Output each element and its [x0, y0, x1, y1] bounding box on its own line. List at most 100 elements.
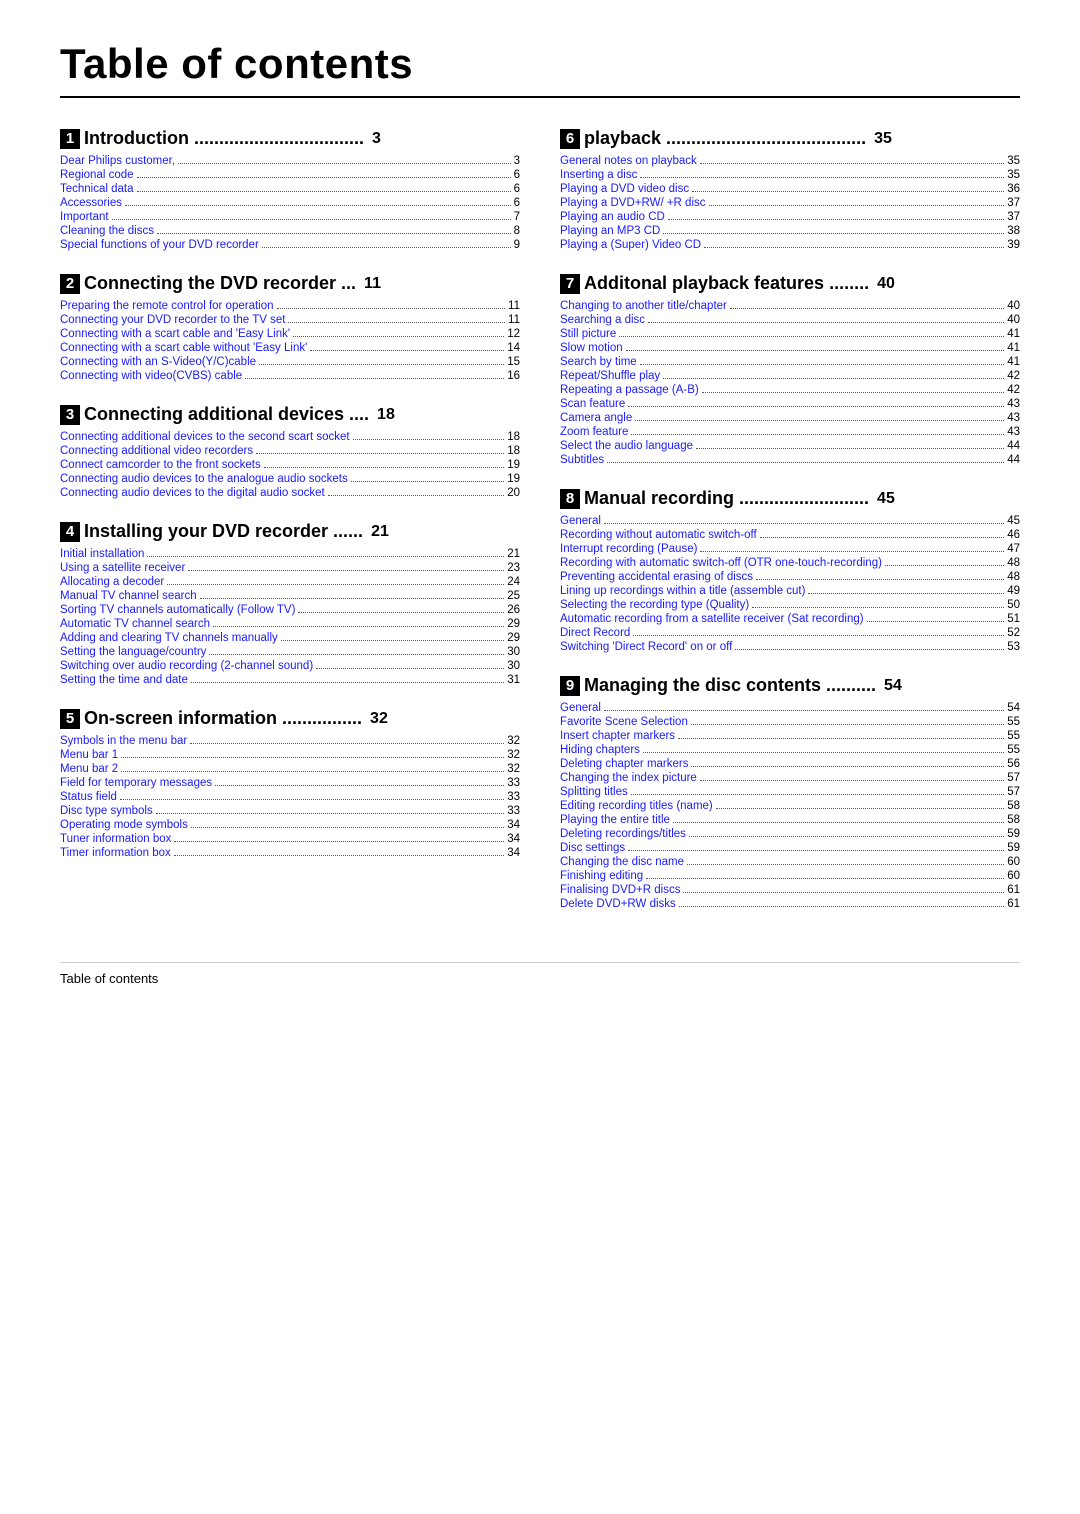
toc-entry[interactable]: Connecting with a scart cable without 'E…	[60, 342, 520, 354]
toc-entry[interactable]: Delete DVD+RW disks61	[560, 898, 1020, 910]
toc-entry[interactable]: Inserting a disc35	[560, 169, 1020, 181]
toc-entry[interactable]: General54	[560, 702, 1020, 714]
toc-entry[interactable]: Playing a DVD video disc36	[560, 183, 1020, 195]
toc-entry[interactable]: Zoom feature43	[560, 426, 1020, 438]
toc-entry-page: 44	[1007, 440, 1020, 452]
toc-entry[interactable]: Connecting with a scart cable and 'Easy …	[60, 328, 520, 340]
toc-entry-dots	[683, 892, 1004, 893]
right-column: 6playback ..............................…	[560, 128, 1020, 932]
toc-entry-dots	[353, 439, 505, 440]
toc-entry[interactable]: Cleaning the discs8	[60, 225, 520, 237]
toc-entry[interactable]: Splitting titles57	[560, 786, 1020, 798]
toc-entry[interactable]: Menu bar 132	[60, 749, 520, 761]
toc-entry-text: Connecting additional video recorders	[60, 445, 253, 457]
toc-entry[interactable]: Symbols in the menu bar32	[60, 735, 520, 747]
toc-entry-dots	[264, 467, 504, 468]
toc-entry[interactable]: Menu bar 232	[60, 763, 520, 775]
toc-entry[interactable]: Hiding chapters55	[560, 744, 1020, 756]
toc-entry-dots	[121, 757, 504, 758]
toc-entry[interactable]: Tuner information box34	[60, 833, 520, 845]
toc-entry[interactable]: General45	[560, 515, 1020, 527]
toc-entry[interactable]: Timer information box34	[60, 847, 520, 859]
toc-entry[interactable]: Initial installation21	[60, 548, 520, 560]
toc-entry-page: 48	[1007, 571, 1020, 583]
toc-entry[interactable]: Finishing editing60	[560, 870, 1020, 882]
toc-entry[interactable]: Still picture41	[560, 328, 1020, 340]
toc-entry[interactable]: Favorite Scene Selection55	[560, 716, 1020, 728]
toc-entry[interactable]: Camera angle43	[560, 412, 1020, 424]
toc-entry[interactable]: Connecting audio devices to the digital …	[60, 487, 520, 499]
toc-entry[interactable]: Accessories6	[60, 197, 520, 209]
toc-entry[interactable]: Select the audio language44	[560, 440, 1020, 452]
toc-entry[interactable]: Subtitles44	[560, 454, 1020, 466]
toc-entry-page: 9	[514, 239, 520, 251]
toc-entry[interactable]: Manual TV channel search25	[60, 590, 520, 602]
toc-entry[interactable]: Connecting audio devices to the analogue…	[60, 473, 520, 485]
toc-entry[interactable]: Deleting recordings/titles59	[560, 828, 1020, 840]
toc-entry[interactable]: Adding and clearing TV channels manually…	[60, 632, 520, 644]
toc-entry[interactable]: Automatic TV channel search29	[60, 618, 520, 630]
toc-entry[interactable]: Interrupt recording (Pause)47	[560, 543, 1020, 555]
toc-entry-page: 59	[1007, 842, 1020, 854]
toc-entry[interactable]: Connecting additional devices to the sec…	[60, 431, 520, 443]
toc-entry[interactable]: Lining up recordings within a title (ass…	[560, 585, 1020, 597]
toc-entry[interactable]: Allocating a decoder24	[60, 576, 520, 588]
toc-entry[interactable]: Disc type symbols33	[60, 805, 520, 817]
toc-entry-page: 15	[507, 356, 520, 368]
toc-entry[interactable]: Recording without automatic switch-off46	[560, 529, 1020, 541]
toc-entry[interactable]: Setting the language/country30	[60, 646, 520, 658]
toc-entry-page: 19	[507, 473, 520, 485]
toc-entry[interactable]: Recording with automatic switch-off (OTR…	[560, 557, 1020, 569]
toc-entry[interactable]: Playing a DVD+RW/ +R disc37	[560, 197, 1020, 209]
toc-entry[interactable]: Deleting chapter markers56	[560, 758, 1020, 770]
toc-entry[interactable]: Important7	[60, 211, 520, 223]
toc-entry[interactable]: Connect camcorder to the front sockets19	[60, 459, 520, 471]
toc-entry[interactable]: Repeat/Shuffle play42	[560, 370, 1020, 382]
toc-entry[interactable]: Special functions of your DVD recorder9	[60, 239, 520, 251]
toc-entry[interactable]: Switching over audio recording (2-channe…	[60, 660, 520, 672]
toc-entry[interactable]: Editing recording titles (name)58	[560, 800, 1020, 812]
toc-entry[interactable]: Playing an audio CD37	[560, 211, 1020, 223]
toc-entry[interactable]: Changing the disc name60	[560, 856, 1020, 868]
toc-entry[interactable]: Searching a disc40	[560, 314, 1020, 326]
toc-entry[interactable]: Switching 'Direct Record' on or off53	[560, 641, 1020, 653]
toc-entry[interactable]: Direct Record52	[560, 627, 1020, 639]
toc-entry-text: Connecting additional devices to the sec…	[60, 431, 350, 443]
toc-entry[interactable]: Repeating a passage (A-B)42	[560, 384, 1020, 396]
toc-entry[interactable]: Sorting TV channels automatically (Follo…	[60, 604, 520, 616]
toc-entry[interactable]: Preparing the remote control for operati…	[60, 300, 520, 312]
toc-entry[interactable]: Playing a (Super) Video CD39	[560, 239, 1020, 251]
toc-entry[interactable]: Connecting additional video recorders18	[60, 445, 520, 457]
toc-entry[interactable]: Operating mode symbols34	[60, 819, 520, 831]
toc-entry[interactable]: Automatic recording from a satellite rec…	[560, 613, 1020, 625]
toc-entry-dots	[700, 551, 1004, 552]
toc-entry[interactable]: Connecting your DVD recorder to the TV s…	[60, 314, 520, 326]
toc-entry[interactable]: Regional code6	[60, 169, 520, 181]
toc-entry[interactable]: Setting the time and date31	[60, 674, 520, 686]
toc-entry[interactable]: Playing the entire title58	[560, 814, 1020, 826]
toc-entry-text: Adding and clearing TV channels manually	[60, 632, 278, 644]
toc-entry[interactable]: Insert chapter markers55	[560, 730, 1020, 742]
toc-entry[interactable]: Search by time41	[560, 356, 1020, 368]
toc-entry[interactable]: Playing an MP3 CD38	[560, 225, 1020, 237]
toc-entry[interactable]: Finalising DVD+R discs61	[560, 884, 1020, 896]
toc-entry[interactable]: Dear Philips customer,3	[60, 155, 520, 167]
toc-entry[interactable]: General notes on playback35	[560, 155, 1020, 167]
toc-entry[interactable]: Preventing accidental erasing of discs48	[560, 571, 1020, 583]
toc-entry[interactable]: Connecting with video(CVBS) cable16	[60, 370, 520, 382]
toc-entry-text: Important	[60, 211, 109, 223]
toc-entry[interactable]: Changing the index picture57	[560, 772, 1020, 784]
toc-entry[interactable]: Selecting the recording type (Quality)50	[560, 599, 1020, 611]
section-header: 3Connecting additional devices ....18	[60, 404, 520, 425]
toc-entry[interactable]: Scan feature43	[560, 398, 1020, 410]
toc-entry[interactable]: Field for temporary messages33	[60, 777, 520, 789]
toc-entry[interactable]: Changing to another title/chapter40	[560, 300, 1020, 312]
toc-entry-text: Playing a DVD+RW/ +R disc	[560, 197, 706, 209]
toc-entry[interactable]: Technical data6	[60, 183, 520, 195]
toc-entry[interactable]: Connecting with an S-Video(Y/C)cable15	[60, 356, 520, 368]
toc-entry[interactable]: Status field33	[60, 791, 520, 803]
toc-entry[interactable]: Slow motion41	[560, 342, 1020, 354]
toc-entry[interactable]: Disc settings59	[560, 842, 1020, 854]
section-number: 4	[60, 522, 80, 542]
toc-entry[interactable]: Using a satellite receiver23	[60, 562, 520, 574]
